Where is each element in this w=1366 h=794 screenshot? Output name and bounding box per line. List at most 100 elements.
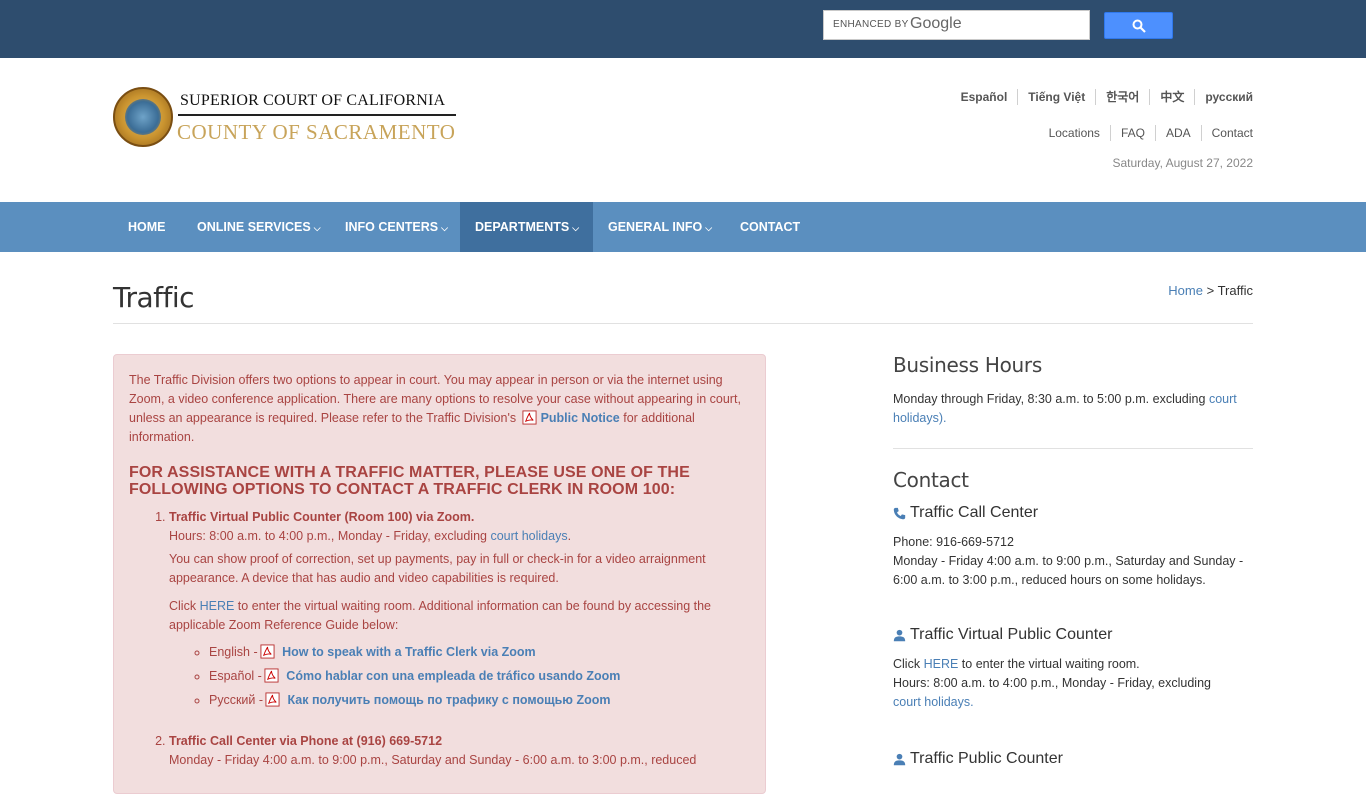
guide-russian-link[interactable]: Как получить помощь по трафику с помощью… — [288, 693, 611, 707]
pdf-icon — [522, 410, 537, 425]
option-virtual-counter: Traffic Virtual Public Counter (Room 100… — [169, 508, 750, 710]
option1-description: You can show proof of correction, set up… — [169, 552, 706, 585]
user-icon — [893, 753, 906, 765]
util-faq[interactable]: FAQ — [1109, 125, 1155, 141]
business-hours-text: Monday through Friday, 8:30 a.m. to 5:00… — [893, 390, 1253, 428]
option1-click-text: Click — [169, 599, 197, 613]
guide-spanish-lang: Español - — [209, 669, 262, 683]
vpc-hours: Hours: 8:00 a.m. to 4:00 p.m., Monday - … — [893, 676, 1211, 690]
header-divider — [178, 114, 456, 116]
option1-title: Traffic Virtual Public Counter (Room 100… — [169, 510, 475, 524]
search-icon — [1132, 19, 1146, 33]
main-nav: HOME ONLINE SERVICES ⌵ INFO CENTERS ⌵ DEPA… — [0, 202, 1366, 252]
user-icon — [893, 629, 906, 641]
pdf-icon — [265, 692, 280, 707]
call-center-title-text: Traffic Call Center — [910, 504, 1039, 521]
business-hours-tail: ). — [938, 411, 947, 425]
breadcrumb-home[interactable]: Home — [1168, 283, 1203, 298]
search-button[interactable] — [1104, 12, 1173, 39]
chevron-down-icon: ⌵ — [705, 223, 713, 233]
util-contact[interactable]: Contact — [1200, 125, 1253, 141]
nav-departments-label: DEPARTMENTS — [475, 220, 570, 234]
pc-title: Traffic Public Counter — [893, 750, 1063, 768]
chevron-down-icon: ⌵ — [441, 223, 448, 233]
guide-english: English - How to speak with a Traffic Cl… — [209, 643, 750, 662]
search-box[interactable]: ENHANCED BY Google — [823, 10, 1090, 40]
call-center-info: Phone: 916-669-5712 Monday - Friday 4:00… — [893, 533, 1253, 590]
current-date: Saturday, August 27, 2022 — [1112, 156, 1253, 170]
nav-home-label: HOME — [128, 220, 166, 234]
guide-english-link[interactable]: How to speak with a Traffic Clerk via Zo… — [282, 645, 536, 659]
call-center-phone: Phone: 916-669-5712 — [893, 535, 1014, 549]
nav-contact[interactable]: CONTACT — [725, 202, 815, 252]
title-divider — [113, 323, 1253, 324]
pdf-icon — [260, 644, 275, 659]
vpc-holidays-tail: . — [970, 695, 974, 709]
breadcrumb: Home > Traffic — [1168, 283, 1253, 298]
vpc-click-tail: to enter the virtual waiting room. — [961, 657, 1140, 671]
court-county[interactable]: COUNTY OF SACRAMENTO — [177, 120, 455, 145]
vpc-title-text: Traffic Virtual Public Counter — [910, 626, 1113, 643]
court-seal-logo[interactable] — [113, 87, 173, 147]
option-call-center: Traffic Call Center via Phone at (916) 6… — [169, 732, 750, 770]
util-ada[interactable]: ADA — [1154, 125, 1201, 141]
lang-chinese[interactable]: 中文 — [1149, 89, 1194, 105]
public-notice-link[interactable]: Public Notice — [541, 411, 620, 425]
chevron-down-icon: ⌵ — [313, 223, 321, 233]
alert-intro: The Traffic Division offers two options … — [129, 371, 750, 447]
vpc-holidays-link[interactable]: court holidays — [893, 695, 970, 709]
guide-russian: Русский - Как получить помощь по трафику… — [209, 691, 750, 710]
lang-vietnamese[interactable]: Tiếng Việt — [1017, 89, 1095, 105]
option1-hours-text: Hours: 8:00 a.m. to 4:00 p.m., Monday - … — [169, 529, 487, 543]
chevron-down-icon: ⌵ — [572, 223, 580, 233]
option1-click-tail: to enter the virtual waiting room. Addit… — [169, 599, 711, 632]
vpc-click: Click HERE to enter the virtual waiting … — [893, 655, 1253, 674]
vpc-here-link[interactable]: HERE — [924, 657, 959, 671]
option2-title: Traffic Call Center via Phone at (916) 6… — [169, 734, 443, 748]
vpc-holidays: court holidays. — [893, 693, 1253, 712]
nav-general-info[interactable]: GENERAL INFO ⌵ — [593, 202, 727, 252]
option2-text: Monday - Friday 4:00 a.m. to 9:00 p.m., … — [169, 753, 697, 767]
sidebar-divider — [893, 448, 1253, 449]
zoom-guides-list: English - How to speak with a Traffic Cl… — [169, 643, 750, 710]
alert-heading: FOR ASSISTANCE WITH A TRAFFIC MATTER, PL… — [129, 464, 690, 498]
business-hours-body: Monday through Friday, 8:30 a.m. to 5:00… — [893, 392, 1206, 406]
language-nav: Español Tiếng Việt 한국어 中文 русский — [951, 89, 1253, 105]
option1-hours-tail: . — [567, 529, 572, 543]
option1-hours: Hours: 8:00 a.m. to 4:00 p.m., Monday - … — [169, 527, 750, 546]
nav-general-info-label: GENERAL INFO — [608, 220, 703, 234]
traffic-alert-box: The Traffic Division offers two options … — [113, 354, 766, 794]
call-center-hours: Monday - Friday 4:00 a.m. to 9:00 p.m., … — [893, 554, 1244, 587]
phone-icon — [893, 507, 906, 519]
nav-departments[interactable]: DEPARTMENTS ⌵ — [460, 202, 593, 252]
vpc-click-text: Click — [893, 657, 921, 671]
lang-espanol[interactable]: Español — [951, 89, 1018, 105]
utility-nav: Locations FAQ ADA Contact — [1039, 125, 1253, 141]
option1-click: Click HERE to enter the virtual waiting … — [169, 597, 750, 635]
search-input[interactable] — [824, 11, 1089, 39]
contact-heading: Contact — [893, 468, 969, 492]
option1-here-link[interactable]: HERE — [200, 599, 235, 613]
breadcrumb-separator: > — [1206, 283, 1215, 298]
guide-spanish-link[interactable]: Cómo hablar con una empleada de tráfico … — [286, 669, 620, 683]
nav-home[interactable]: HOME — [113, 202, 181, 252]
option1-holidays-link[interactable]: court holidays — [490, 529, 567, 543]
vpc-title: Traffic Virtual Public Counter — [893, 626, 1112, 644]
util-locations[interactable]: Locations — [1039, 125, 1110, 141]
nav-contact-label: CONTACT — [740, 220, 801, 234]
page-title: Traffic — [113, 281, 195, 314]
vpc-info: Click HERE to enter the virtual waiting … — [893, 655, 1253, 712]
lang-korean[interactable]: 한국어 — [1095, 89, 1149, 105]
court-title[interactable]: SUPERIOR COURT OF CALIFORNIA — [180, 92, 445, 110]
nav-online-services[interactable]: ONLINE SERVICES ⌵ — [182, 202, 336, 252]
pdf-icon — [264, 668, 279, 683]
guide-russian-lang: Русский - — [209, 693, 264, 707]
contact-options-list: Traffic Virtual Public Counter (Room 100… — [129, 508, 750, 770]
nav-info-centers[interactable]: INFO CENTERS ⌵ — [330, 202, 463, 252]
call-center-title: Traffic Call Center — [893, 504, 1038, 522]
pc-title-text: Traffic Public Counter — [910, 750, 1063, 767]
lang-russian[interactable]: русский — [1194, 89, 1253, 105]
guide-spanish: Español - Cómo hablar con una empleada d… — [209, 667, 750, 686]
guide-english-lang: English - — [209, 645, 258, 659]
business-hours-heading: Business Hours — [893, 353, 1042, 377]
